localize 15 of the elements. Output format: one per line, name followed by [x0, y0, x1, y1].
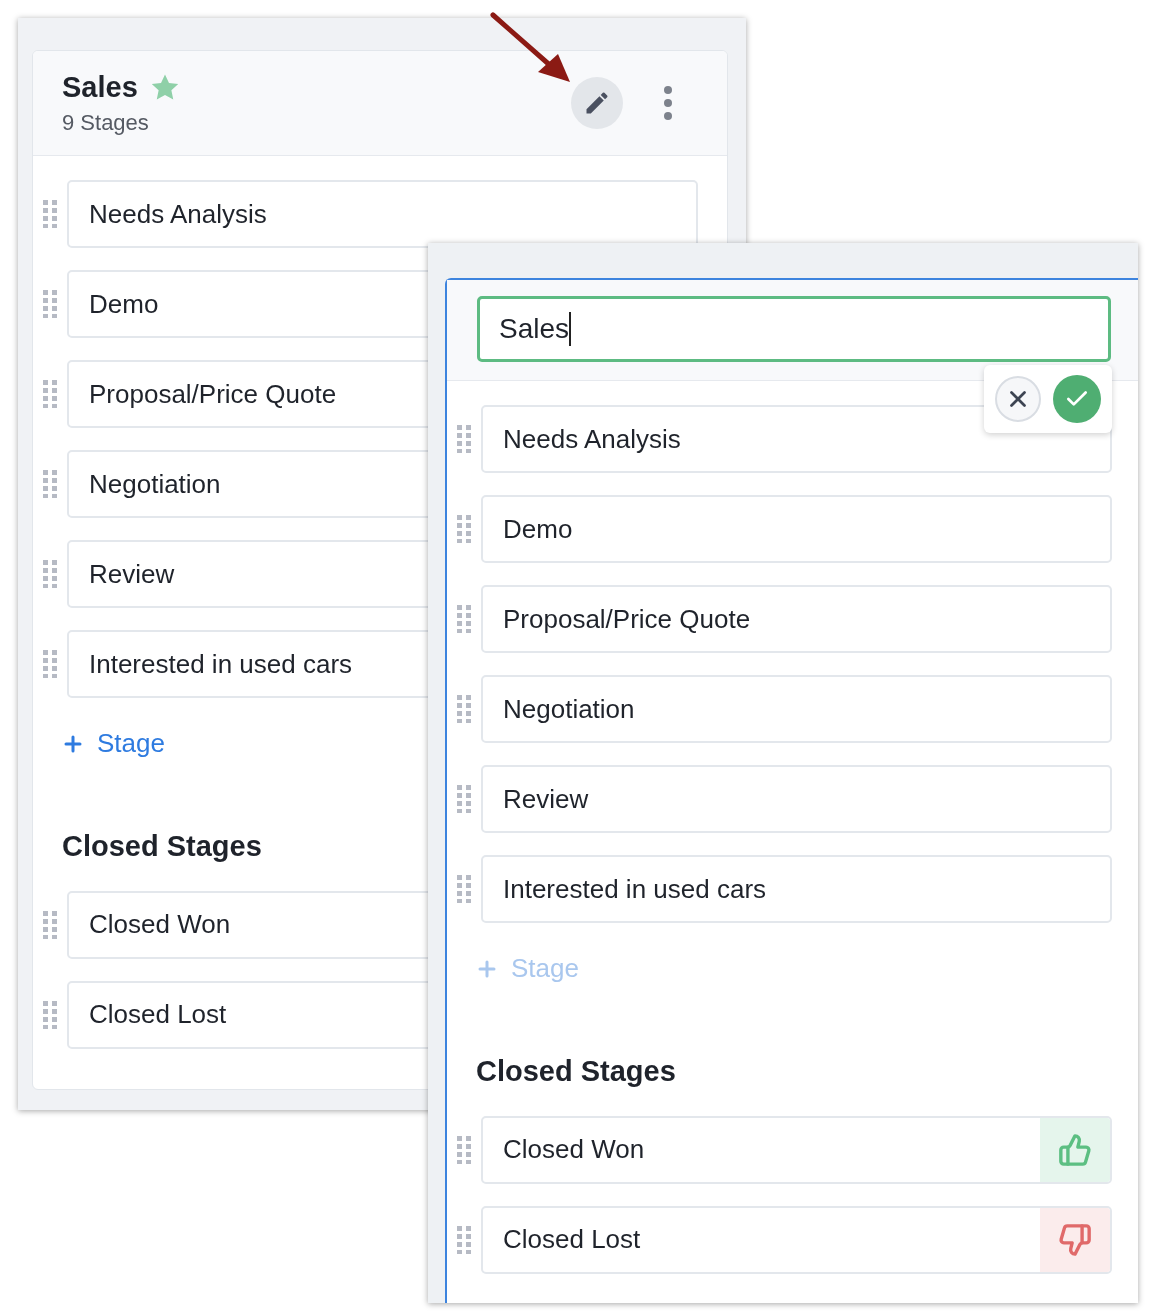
stage-count: 9 Stages	[62, 109, 150, 136]
stage-name: Closed Won	[88, 909, 232, 940]
stage-name: Closed Lost	[88, 999, 228, 1030]
stage-name: Proposal/Price Quote	[88, 378, 338, 410]
stage-name: Review	[502, 783, 590, 815]
stage-name: Interested in used cars	[88, 648, 354, 680]
stage-name: Review	[88, 558, 176, 590]
pipeline-title: Sales	[62, 70, 138, 104]
section-title: Closed Stages	[62, 829, 263, 863]
section-title: Closed Stages	[476, 1054, 677, 1088]
stage-name: Negotiation	[88, 468, 222, 500]
stage-name: Closed Lost	[502, 1224, 642, 1255]
stage-name: Demo	[88, 288, 160, 320]
stage-name: Needs Analysis	[88, 198, 268, 230]
stage-name: Closed Won	[502, 1134, 646, 1165]
